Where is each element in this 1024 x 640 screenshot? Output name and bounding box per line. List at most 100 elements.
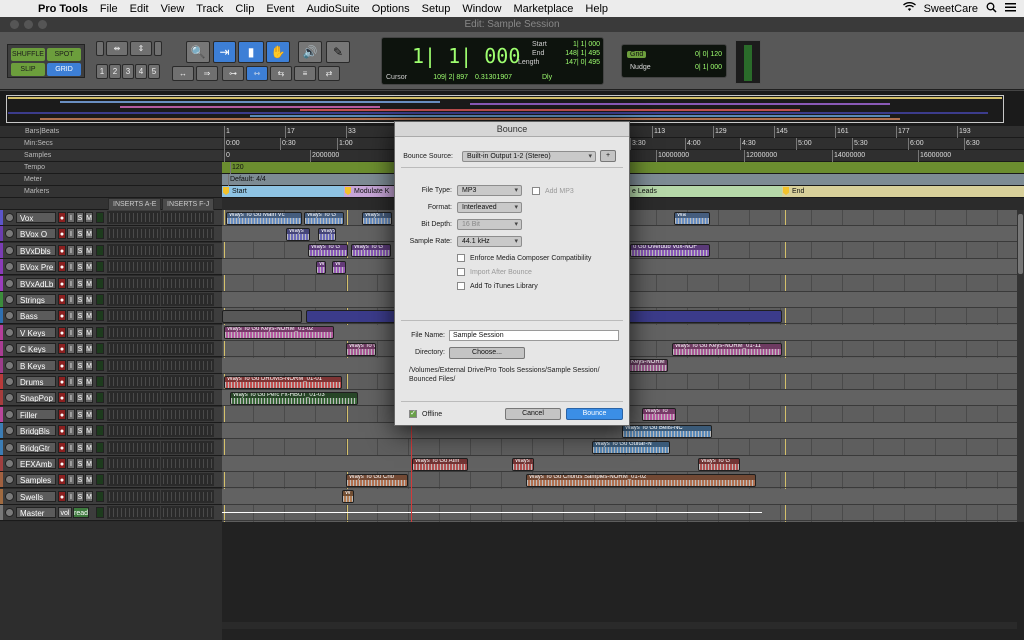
solo-button[interactable]: S	[76, 244, 84, 256]
track-name[interactable]: B Keys	[16, 359, 56, 371]
tempo-value[interactable]: 120	[230, 162, 244, 174]
audio-clip[interactable]	[222, 309, 302, 323]
enforce-compat-checkbox[interactable]: Enforce Media Composer Compatibility	[457, 254, 591, 262]
inserts-f-j-slot[interactable]	[161, 407, 214, 421]
slip-mode-button[interactable]: SLIP	[11, 63, 45, 76]
track-record-icon[interactable]	[5, 377, 14, 386]
grid-mode-button[interactable]: GRID	[47, 63, 81, 76]
mute-button[interactable]: M	[85, 392, 93, 404]
automation-read-button[interactable]: read	[73, 507, 89, 519]
record-enable-button[interactable]: ●	[58, 458, 66, 469]
loop-icon[interactable]: ⊶	[222, 66, 244, 81]
track-name[interactable]: BridgGtr	[16, 441, 56, 453]
inserts-f-j-slot[interactable]	[161, 211, 214, 224]
inserts-f-j-slot[interactable]	[161, 457, 214, 470]
track-record-icon[interactable]	[5, 295, 14, 304]
solo-button[interactable]: S	[76, 343, 84, 355]
offline-checkbox[interactable]: ✓ Offline	[409, 410, 442, 418]
audio-clip[interactable]: Ways To G	[308, 244, 348, 258]
audio-clip[interactable]: Ways To Go Keys-NORM_01-11	[672, 342, 782, 356]
track-name[interactable]: BridgBls	[16, 425, 56, 437]
min-secs-label[interactable]: Min:Secs	[0, 138, 222, 150]
menu-event[interactable]: Event	[260, 3, 300, 15]
record-enable-button[interactable]: ●	[58, 326, 66, 338]
start-value[interactable]: 1| 1| 000	[538, 41, 600, 48]
input-button[interactable]: I	[67, 458, 75, 469]
pencil-tool-icon[interactable]: ✎	[326, 41, 350, 63]
menu-window[interactable]: Window	[456, 3, 507, 15]
volume-button[interactable]: vol	[58, 507, 72, 519]
track-name[interactable]: Samples	[16, 474, 56, 486]
track-record-icon[interactable]	[5, 278, 14, 288]
menu-edit[interactable]: Edit	[124, 3, 155, 15]
solo-button[interactable]: S	[76, 425, 84, 437]
meter-value[interactable]: Default: 4/4	[228, 174, 266, 186]
track-header[interactable]: BVxAdLb ● I S M	[0, 275, 222, 292]
solo-button[interactable]: S	[76, 212, 84, 223]
insert-icon[interactable]: ⇆	[270, 66, 292, 81]
track-name[interactable]: EFXAmb	[16, 458, 56, 469]
track-record-icon[interactable]	[5, 360, 14, 370]
samples-label[interactable]: Samples	[0, 150, 222, 162]
tab-to-transient-icon[interactable]: ≡	[294, 66, 316, 81]
cancel-button[interactable]: Cancel	[505, 408, 561, 420]
track-header[interactable]: Vox ● I S M	[0, 210, 222, 226]
record-enable-button[interactable]: ●	[58, 277, 66, 289]
inserts-a-e-slot[interactable]	[107, 457, 160, 470]
solo-button[interactable]: S	[76, 261, 84, 273]
marker-start[interactable]: Start	[222, 186, 344, 197]
mute-button[interactable]: M	[85, 212, 93, 223]
menu-setup[interactable]: Setup	[416, 3, 457, 15]
track-header[interactable]: Bass ● I S M	[0, 308, 222, 325]
mute-button[interactable]: M	[85, 359, 93, 371]
zoom-preset-3[interactable]: 3	[122, 64, 134, 79]
mute-button[interactable]: M	[85, 490, 93, 502]
inserts-f-j-slot[interactable]	[161, 489, 214, 503]
solo-button[interactable]: S	[76, 490, 84, 502]
track-name[interactable]: Filler	[16, 408, 56, 420]
mute-button[interactable]: M	[85, 294, 93, 305]
add-mp3-checkbox[interactable]: Add MP3	[532, 187, 574, 195]
audio-clip[interactable]: Ways To	[642, 408, 676, 422]
audio-clip[interactable]: Ways To G	[351, 244, 391, 258]
window-controls[interactable]	[10, 20, 47, 29]
record-enable-button[interactable]: ●	[58, 392, 66, 404]
zoom-out-icon[interactable]	[96, 41, 104, 56]
meter-label[interactable]: Meter	[0, 174, 222, 186]
zoom-preset-4[interactable]: 4	[135, 64, 147, 79]
delay-label[interactable]: Dly	[542, 74, 552, 81]
track-name[interactable]: BVox O	[16, 228, 56, 240]
scrubber-tool-icon[interactable]: 🔊	[298, 41, 322, 63]
record-enable-button[interactable]: ●	[58, 490, 66, 502]
import-after-checkbox[interactable]: Import After Bounce	[457, 268, 532, 276]
mute-button[interactable]: M	[85, 408, 93, 420]
sync-icon[interactable]: ⇿	[246, 66, 268, 81]
inserts-f-j-slot[interactable]	[161, 243, 214, 257]
track-record-icon[interactable]	[5, 459, 14, 468]
shift-left-icon[interactable]: ↔	[172, 66, 194, 81]
inserts-f-j-slot[interactable]	[161, 358, 214, 372]
track-record-icon[interactable]	[5, 213, 14, 222]
menu-options[interactable]: Options	[366, 3, 416, 15]
master-volume-line[interactable]	[222, 512, 762, 514]
input-button[interactable]: I	[67, 392, 75, 404]
track-name[interactable]: Bass	[16, 310, 56, 322]
menu-track[interactable]: Track	[190, 3, 229, 15]
record-enable-button[interactable]: ●	[58, 212, 66, 223]
audio-clip[interactable]: Ways To Go Guitar-N	[592, 441, 670, 455]
inserts-a-e-slot[interactable]	[107, 440, 160, 454]
inserts-a-e-slot[interactable]	[107, 358, 160, 372]
track-header[interactable]: BVxDbls ● I S M	[0, 242, 222, 259]
record-enable-button[interactable]: ●	[58, 294, 66, 305]
input-button[interactable]: I	[67, 310, 75, 322]
track-header[interactable]: Samples ● I S M	[0, 472, 222, 489]
sample-rate-select[interactable]: 44.1 kHz	[457, 236, 522, 247]
end-value[interactable]: 148| 1| 495	[538, 50, 600, 57]
audio-clip[interactable]: Ways To G	[346, 342, 376, 356]
solo-button[interactable]: S	[76, 392, 84, 404]
track-record-icon[interactable]	[5, 327, 14, 337]
record-enable-button[interactable]: ●	[58, 359, 66, 371]
track-name[interactable]: Strings	[16, 294, 56, 305]
track-name[interactable]: Swells	[16, 490, 56, 502]
input-button[interactable]: I	[67, 425, 75, 437]
